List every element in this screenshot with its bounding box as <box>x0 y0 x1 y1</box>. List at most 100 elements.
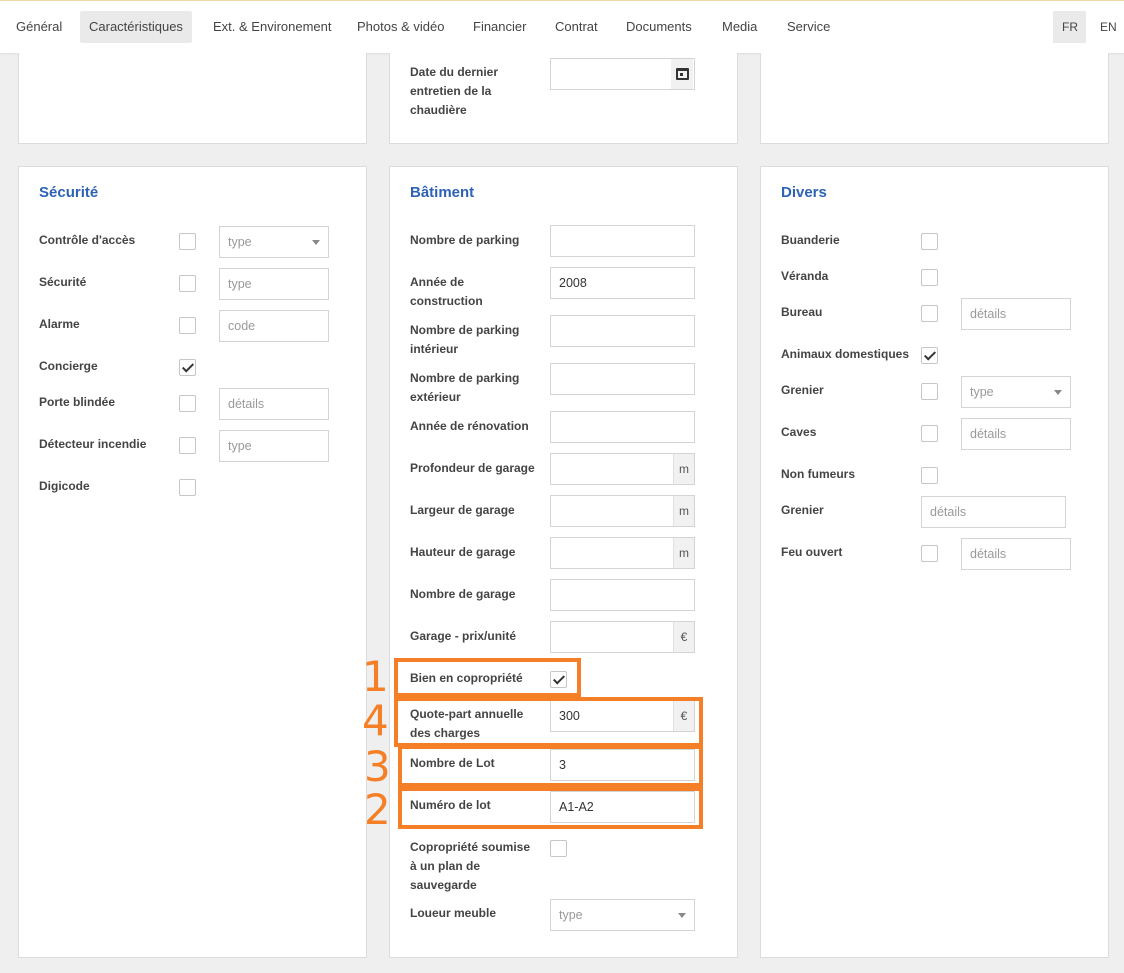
batiment-panel: Bâtiment Nombre de parking Année de cons… <box>389 166 738 958</box>
top-nav-bar: Général Caractéristiques Ext. & Environe… <box>0 0 1124 53</box>
porte-blindee-placeholder: détails <box>228 397 265 411</box>
parking-exterieur-label: Nombre de parking extérieur <box>410 371 520 404</box>
grenier-details-input[interactable]: détails <box>921 496 1066 528</box>
concierge-label: Concierge <box>39 359 98 373</box>
annee-construction-value: 2008 <box>559 276 587 290</box>
divers-panel: Divers Buanderie Véranda Bureau détails … <box>760 166 1109 958</box>
annotation-number-2: 2 <box>364 785 391 834</box>
parking-interieur-input[interactable] <box>550 315 695 347</box>
calendar-icon[interactable] <box>671 59 693 89</box>
tab-caracteristiques[interactable]: Caractéristiques <box>80 11 192 43</box>
unit-meter-addon: m <box>673 538 694 568</box>
grenier-label: Grenier <box>781 383 824 397</box>
tab-photos-video[interactable]: Photos & vidéo <box>348 11 453 43</box>
tab-ext-environement[interactable]: Ext. & Environement <box>204 11 341 43</box>
nombre-parking-label: Nombre de parking <box>410 233 520 247</box>
profondeur-garage-input[interactable]: m <box>550 453 695 485</box>
detecteur-incendie-checkbox[interactable] <box>179 437 196 454</box>
unit-meter-addon: m <box>673 496 694 526</box>
concierge-checkbox[interactable] <box>179 359 196 376</box>
annee-renovation-label: Année de rénovation <box>410 419 529 433</box>
profondeur-garage-label: Profondeur de garage <box>410 461 535 475</box>
buanderie-label: Buanderie <box>781 233 840 247</box>
alarme-code-input[interactable]: code <box>219 310 329 342</box>
nombre-parking-input[interactable] <box>550 225 695 257</box>
loueur-meuble-label: Loueur meuble <box>410 906 497 920</box>
batiment-title: Bâtiment <box>410 184 475 201</box>
divers-title: Divers <box>781 184 827 201</box>
feu-ouvert-checkbox[interactable] <box>921 545 938 562</box>
highlight-box-quote-part <box>394 697 703 747</box>
annotation-number-4: 4 <box>362 696 389 745</box>
animaux-domestiques-label: Animaux domestiques <box>781 347 910 361</box>
plan-sauvegarde-checkbox[interactable] <box>550 840 567 857</box>
tab-documents[interactable]: Documents <box>617 11 701 43</box>
caves-checkbox[interactable] <box>921 425 938 442</box>
garage-prix-label: Garage - prix/unité <box>410 629 517 643</box>
controle-acces-checkbox[interactable] <box>179 233 196 250</box>
chevron-down-icon <box>678 913 686 918</box>
grenier-details-label: Grenier <box>781 503 824 517</box>
digicode-checkbox[interactable] <box>179 479 196 496</box>
highlight-box-nombre-lot <box>398 745 703 787</box>
caves-details-input[interactable]: détails <box>961 418 1071 450</box>
chevron-down-icon <box>312 240 320 245</box>
porte-blindee-input[interactable]: détails <box>219 388 329 420</box>
tab-service[interactable]: Service <box>778 11 839 43</box>
securite-panel: Sécurité Contrôle d'accès type Sécurité … <box>18 166 367 958</box>
detecteur-incendie-input[interactable]: type <box>219 430 329 462</box>
tab-media[interactable]: Media <box>713 11 766 43</box>
animaux-domestiques-checkbox[interactable] <box>921 347 938 364</box>
hauteur-garage-label: Hauteur de garage <box>410 545 516 559</box>
tab-general[interactable]: Général <box>7 11 71 43</box>
highlight-box-copropriete <box>394 658 581 697</box>
boiler-date-label: Date du dernier entretien de la chaudièr… <box>410 65 499 117</box>
annotation-number-3: 3 <box>364 742 391 791</box>
porte-blindee-checkbox[interactable] <box>179 395 196 412</box>
annotation-number-1: 1 <box>362 652 389 701</box>
upper-right-panel <box>760 53 1109 144</box>
veranda-checkbox[interactable] <box>921 269 938 286</box>
tab-financier[interactable]: Financier <box>464 11 535 43</box>
alarme-label: Alarme <box>39 317 80 331</box>
plan-sauvegarde-label: Copropriété soumise à un plan de sauvega… <box>410 840 531 892</box>
feu-ouvert-details-input[interactable]: détails <box>961 538 1071 570</box>
chevron-down-icon <box>1054 390 1062 395</box>
buanderie-checkbox[interactable] <box>921 233 938 250</box>
caves-label: Caves <box>781 425 817 439</box>
securite-type-placeholder: type <box>228 277 252 291</box>
bureau-label: Bureau <box>781 305 823 319</box>
controle-acces-label: Contrôle d'accès <box>39 233 136 247</box>
securite-type-input[interactable]: type <box>219 268 329 300</box>
nombre-garage-input[interactable] <box>550 579 695 611</box>
annee-renovation-input[interactable] <box>550 411 695 443</box>
parking-interieur-label: Nombre de parking intérieur <box>410 323 520 356</box>
grenier-type-select[interactable]: type <box>961 376 1071 408</box>
upper-left-panel <box>18 53 367 144</box>
securite-checkbox[interactable] <box>179 275 196 292</box>
controle-acces-select-value: type <box>228 235 252 249</box>
bureau-checkbox[interactable] <box>921 305 938 322</box>
largeur-garage-label: Largeur de garage <box>410 503 515 517</box>
parking-exterieur-input[interactable] <box>550 363 695 395</box>
tab-contrat[interactable]: Contrat <box>546 11 607 43</box>
largeur-garage-input[interactable]: m <box>550 495 695 527</box>
garage-prix-input[interactable]: € <box>550 621 695 653</box>
detecteur-incendie-label: Détecteur incendie <box>39 437 147 451</box>
loueur-meuble-select[interactable]: type <box>550 899 695 931</box>
lang-fr-button[interactable]: FR <box>1053 11 1086 43</box>
controle-acces-select[interactable]: type <box>219 226 329 258</box>
lang-en-button[interactable]: EN <box>1091 11 1124 43</box>
annee-construction-input[interactable]: 2008 <box>550 267 695 299</box>
feu-ouvert-label: Feu ouvert <box>781 545 843 559</box>
alarme-checkbox[interactable] <box>179 317 196 334</box>
annee-construction-label: Année de construction <box>410 275 483 308</box>
upper-middle-panel: Date du dernier entretien de la chaudièr… <box>389 53 738 144</box>
digicode-label: Digicode <box>39 479 90 493</box>
hauteur-garage-input[interactable]: m <box>550 537 695 569</box>
non-fumeurs-checkbox[interactable] <box>921 467 938 484</box>
porte-blindee-label: Porte blindée <box>39 395 116 409</box>
veranda-label: Véranda <box>781 269 829 283</box>
bureau-details-input[interactable]: détails <box>961 298 1071 330</box>
grenier-checkbox[interactable] <box>921 383 938 400</box>
